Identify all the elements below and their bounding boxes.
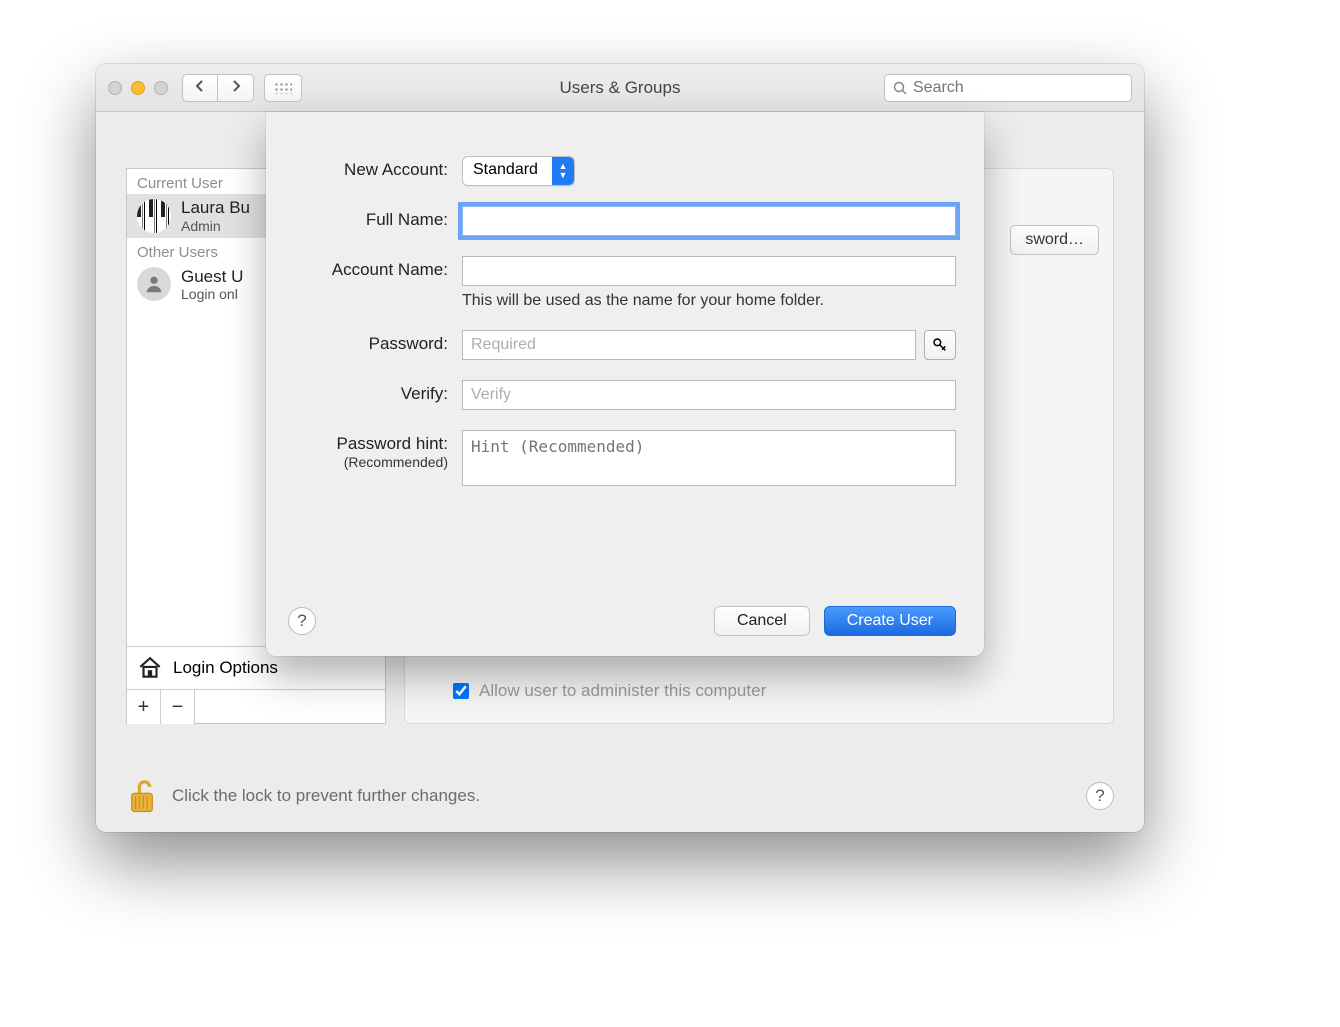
titlebar: Users & Groups: [96, 64, 1144, 112]
zoom-window-button[interactable]: [154, 81, 168, 95]
avatar: [137, 199, 171, 233]
chevron-left-icon: [194, 80, 206, 92]
avatar: [137, 267, 171, 301]
new-account-value: Standard: [463, 157, 552, 185]
person-icon: [143, 273, 165, 295]
admin-checkbox-label: Allow user to administer this computer: [479, 681, 766, 701]
lock-open-icon[interactable]: [126, 778, 158, 814]
new-user-sheet: New Account: Standard ▲▼ Full Name: Acco…: [266, 112, 984, 656]
admin-checkbox[interactable]: [453, 683, 469, 699]
remove-user-button[interactable]: −: [161, 690, 195, 724]
nav-buttons: [182, 74, 254, 102]
password-assistant-button[interactable]: [924, 330, 956, 360]
admin-checkbox-row[interactable]: Allow user to administer this computer: [453, 681, 766, 701]
house-icon: [137, 655, 163, 681]
hint-label-text: Password hint:: [337, 434, 449, 453]
user-info: Laura Bu Admin: [181, 198, 250, 234]
help-button[interactable]: ?: [1086, 782, 1114, 810]
new-account-select[interactable]: Standard ▲▼: [462, 156, 575, 186]
forward-button[interactable]: [218, 74, 254, 102]
full-name-input[interactable]: [462, 206, 956, 236]
hint-label: Password hint: (Recommended): [266, 430, 462, 470]
back-button[interactable]: [182, 74, 218, 102]
select-arrows-icon: ▲▼: [552, 157, 574, 185]
account-name-input[interactable]: [462, 256, 956, 286]
user-name: Guest U: [181, 267, 243, 287]
new-account-label: New Account:: [266, 156, 462, 180]
verify-input[interactable]: [462, 380, 956, 410]
search-icon: [893, 81, 907, 95]
hint-input[interactable]: [462, 430, 956, 486]
footer: Click the lock to prevent further change…: [126, 778, 1114, 814]
row-verify: Verify:: [266, 380, 984, 410]
search-field[interactable]: [884, 74, 1132, 102]
create-user-button[interactable]: Create User: [824, 606, 956, 636]
row-account-name: Account Name: This will be used as the n…: [266, 256, 984, 310]
minimize-window-button[interactable]: [131, 81, 145, 95]
add-remove-bar: + −: [127, 689, 385, 723]
row-full-name: Full Name:: [266, 206, 984, 236]
lock-text: Click the lock to prevent further change…: [172, 786, 480, 806]
sheet-help-button[interactable]: ?: [288, 607, 316, 635]
account-name-caption: This will be used as the name for your h…: [462, 292, 956, 310]
search-input[interactable]: [913, 79, 1123, 97]
cancel-button[interactable]: Cancel: [714, 606, 810, 636]
row-password: Password:: [266, 330, 984, 360]
user-role: Login onl: [181, 286, 243, 302]
key-icon: [932, 337, 948, 353]
sheet-footer: ? Cancel Create User: [288, 606, 956, 636]
row-new-account: New Account: Standard ▲▼: [266, 156, 984, 186]
grid-icon: [274, 82, 292, 94]
password-label: Password:: [266, 330, 462, 354]
hint-label-sub: (Recommended): [266, 454, 448, 470]
chevron-right-icon: [230, 80, 242, 92]
toolbar-filler: [195, 690, 385, 723]
verify-label: Verify:: [266, 380, 462, 404]
full-name-label: Full Name:: [266, 206, 462, 230]
user-info: Guest U Login onl: [181, 267, 243, 303]
add-user-button[interactable]: +: [127, 690, 161, 724]
account-name-label: Account Name:: [266, 256, 462, 280]
change-password-button[interactable]: sword…: [1010, 225, 1099, 255]
close-window-button[interactable]: [108, 81, 122, 95]
row-hint: Password hint: (Recommended): [266, 430, 984, 491]
password-input[interactable]: [462, 330, 916, 360]
show-all-button[interactable]: [264, 74, 302, 102]
login-options-label: Login Options: [173, 658, 278, 678]
user-name: Laura Bu: [181, 198, 250, 218]
window-controls: [108, 81, 168, 95]
user-role: Admin: [181, 218, 250, 234]
